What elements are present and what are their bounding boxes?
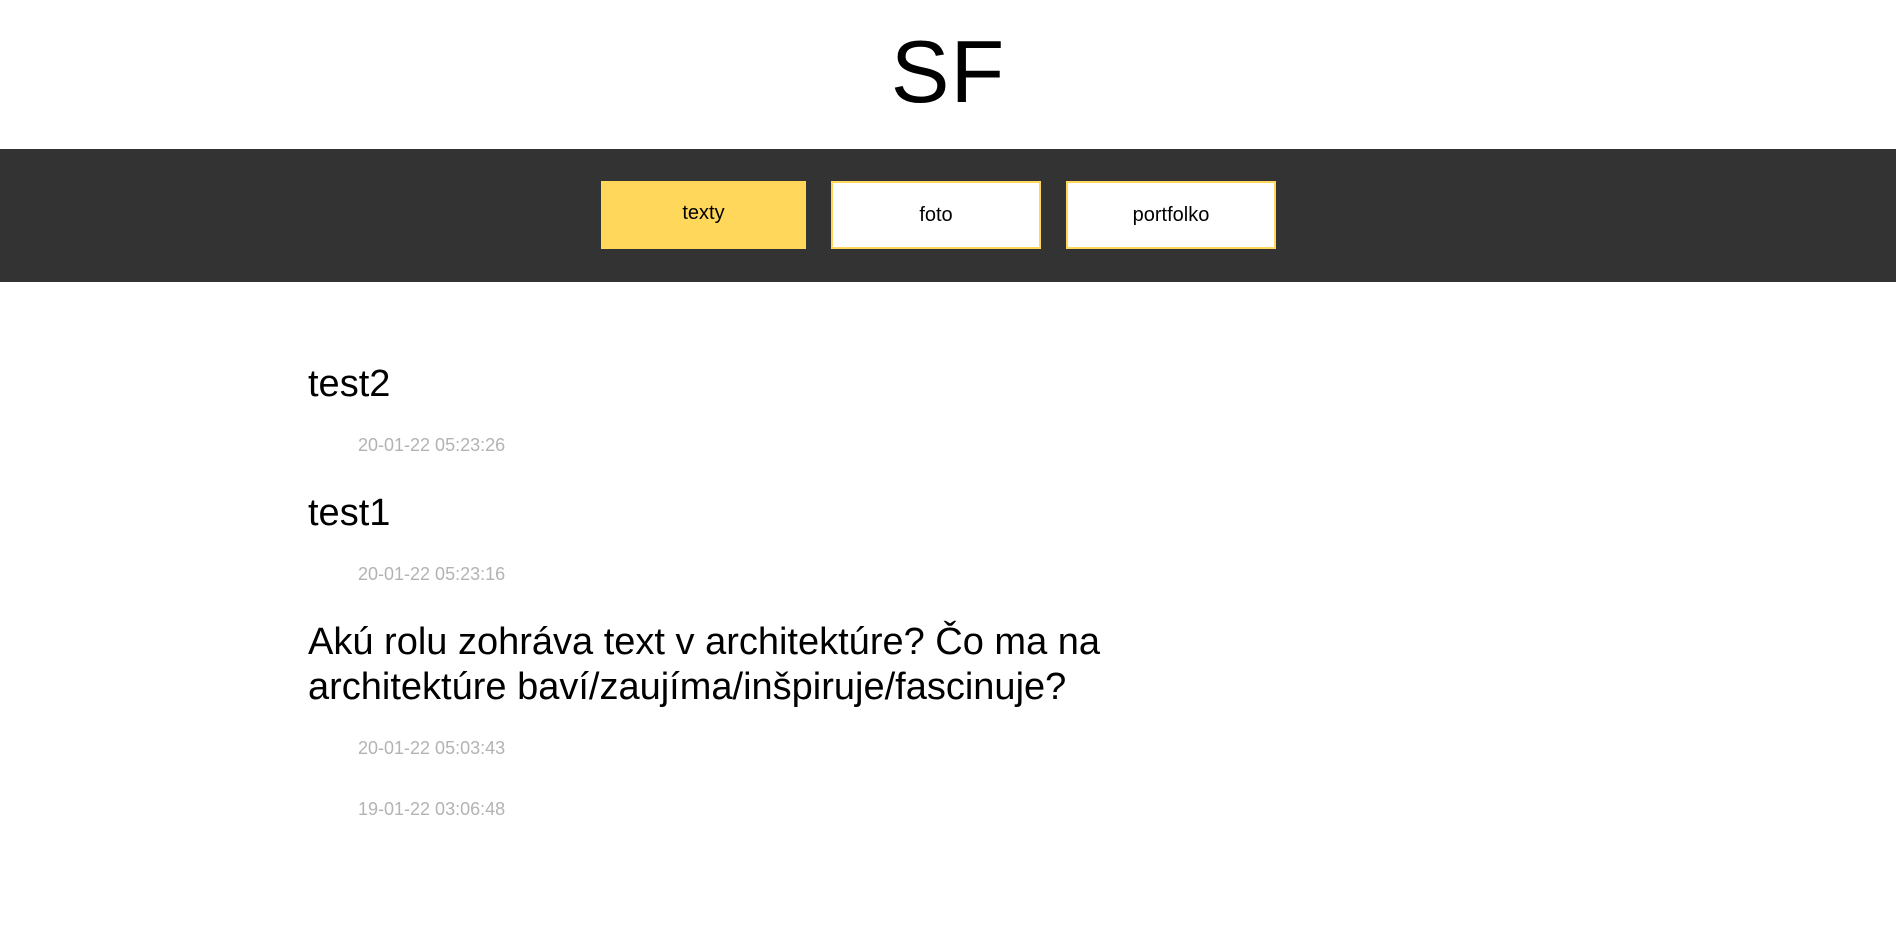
site-header: SF xyxy=(0,0,1896,149)
post-date: 20-01-22 05:23:16 xyxy=(358,564,506,584)
nav-item-portfolko[interactable]: portfolko xyxy=(1066,181,1276,249)
site-logo[interactable]: SF xyxy=(0,22,1896,122)
main-nav: texty foto portfolko xyxy=(0,149,1896,282)
post-date: 19-01-22 03:06:48 xyxy=(358,799,506,819)
nav-item-texty[interactable]: texty xyxy=(601,181,806,249)
post-date: 20-01-22 05:23:26 xyxy=(358,435,506,455)
post-title[interactable]: Akú rolu zohráva text v architektúre? Čo… xyxy=(308,620,1308,710)
post-date: 20-01-22 05:03:43 xyxy=(358,738,506,758)
post-title[interactable]: test1 xyxy=(308,491,1308,536)
nav-item-foto[interactable]: foto xyxy=(831,181,1041,249)
post-title[interactable]: test2 xyxy=(308,362,1308,407)
